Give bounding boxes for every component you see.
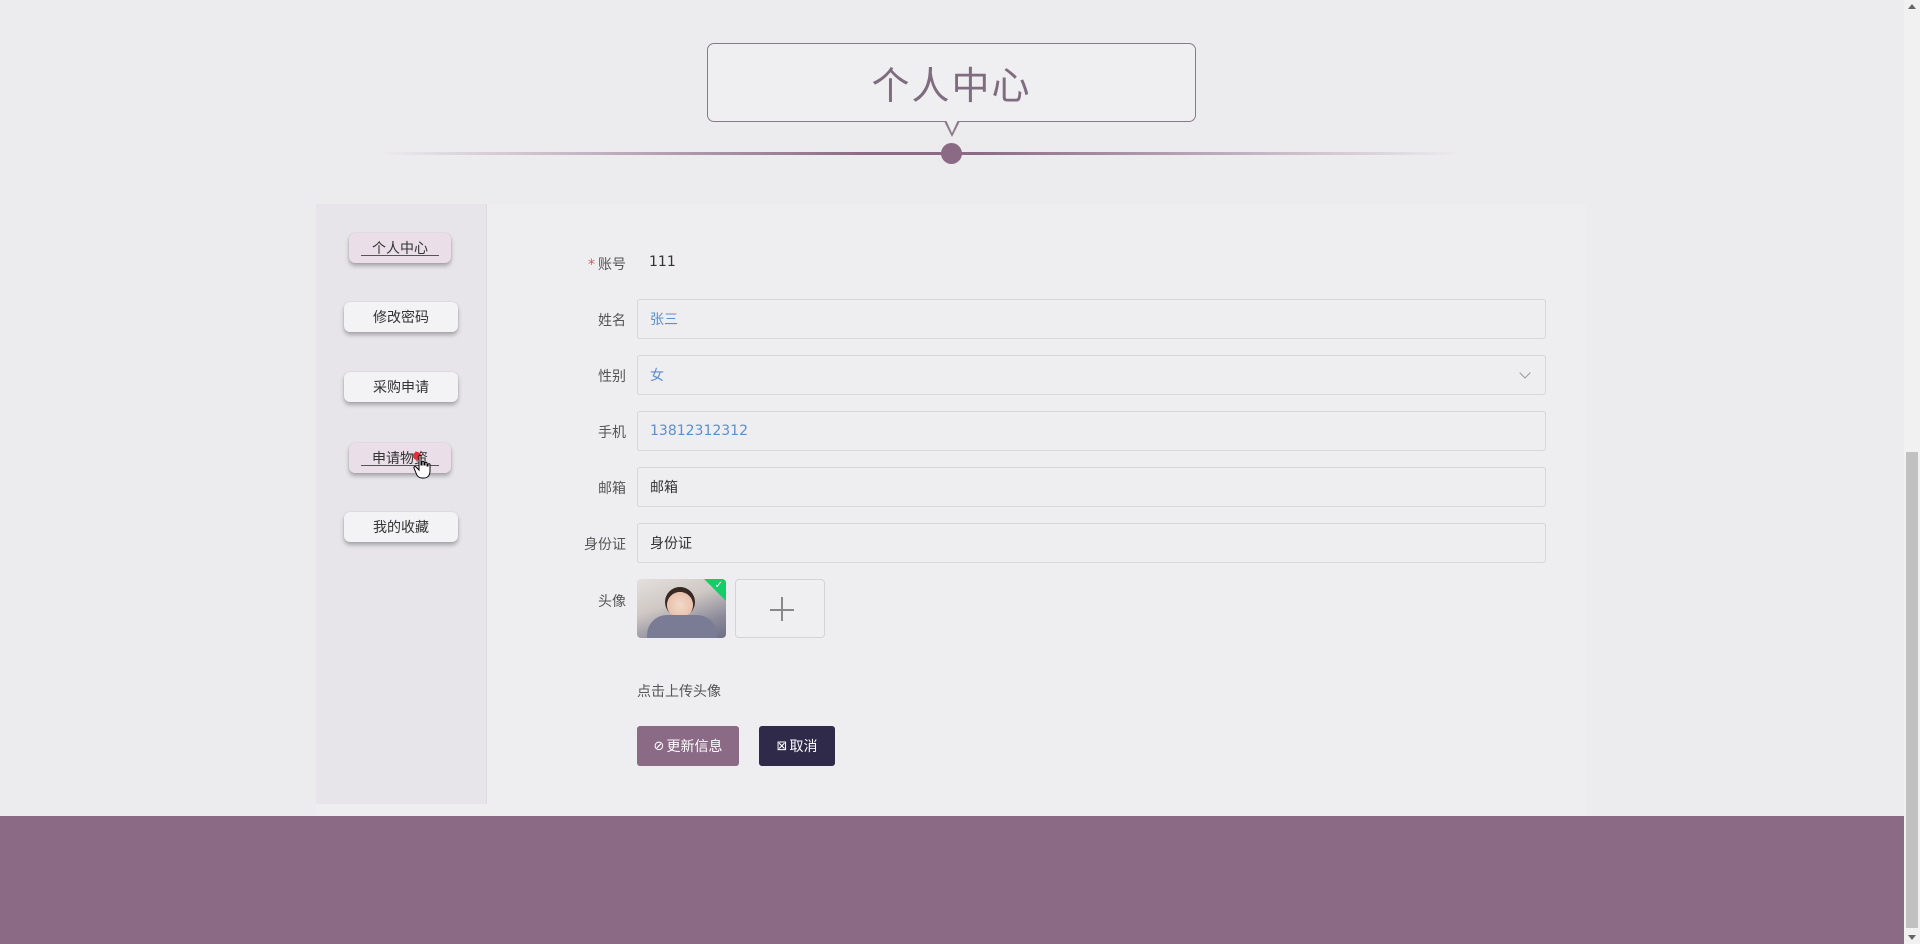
update-info-button[interactable]: ⊘ 更新信息 [637,726,739,766]
required-mark: * [588,257,595,273]
sidebar-item-label: 修改密码 [373,310,429,326]
hand-cursor-icon [413,454,431,479]
avatar-thumbnail[interactable]: ✓ [637,579,726,638]
page: 个人中心 个人中心 修改密码 采购申请 申请物资 我的收藏 * 账号 111 姓名… [0,0,1920,944]
scroll-up-icon[interactable] [1908,4,1916,9]
page-title: 个人中心 [871,64,1032,108]
content-panel [316,204,1586,816]
email-field-value: 邮箱 [650,480,678,496]
name-label: 姓名 [598,313,626,329]
avatar-label: 头像 [598,594,626,610]
avatar-upload-hint: 点击上传头像 [637,684,721,700]
name-field-value: 张三 [650,312,678,328]
phone-field-value: 13812312312 [650,423,748,439]
avatar-body [647,615,717,638]
sidebar-item-label: 我的收藏 [373,520,429,536]
sidebar-item-purchase-request[interactable]: 采购申请 [344,372,458,402]
gender-label: 性别 [598,369,626,385]
sidebar-item-change-password[interactable]: 修改密码 [344,302,458,332]
name-field[interactable]: 张三 [637,299,1546,339]
gender-select[interactable]: 女 [637,355,1546,395]
account-value: 111 [649,254,676,270]
account-label-text: 账号 [598,257,626,273]
sidebar-item-label: 采购申请 [373,380,429,396]
update-info-label: 更新信息 [666,739,723,755]
id-card-field-value: 身份证 [650,536,692,552]
footer [0,816,1904,944]
chevron-down-icon [1519,367,1531,379]
cancel-button[interactable]: ⊠ 取消 [759,726,835,766]
avatar-face [665,587,695,617]
title-divider [380,152,1460,155]
close-square-icon: ⊠ [776,738,788,754]
check-icon: ✓ [714,580,723,591]
sidebar-item-apply-materials[interactable]: 申请物资 [349,443,451,473]
scroll-down-icon[interactable] [1908,935,1916,940]
active-underline [361,255,439,256]
avatar-upload-button[interactable] [735,579,825,638]
page-title-box: 个人中心 [707,43,1196,122]
plus-icon-vertical [781,597,783,621]
account-label: * 账号 [506,254,626,274]
cancel-label: 取消 [789,739,818,755]
sidebar-item-profile[interactable]: 个人中心 [349,233,451,263]
sidebar [316,204,487,804]
id-card-field[interactable]: 身份证 [637,523,1546,563]
scrollbar-thumb[interactable] [1906,452,1918,928]
id-card-label: 身份证 [584,537,626,553]
sidebar-item-my-favorites[interactable]: 我的收藏 [344,512,458,542]
title-divider-dot [941,143,962,164]
email-field[interactable]: 邮箱 [637,467,1546,507]
check-circle-icon: ⊘ [653,738,665,754]
scrollbar[interactable] [1904,0,1920,944]
phone-label: 手机 [598,425,626,441]
gender-select-value: 女 [650,368,664,384]
phone-field[interactable]: 13812312312 [637,411,1546,451]
title-pointer-inner [946,120,958,133]
email-label: 邮箱 [598,481,626,497]
